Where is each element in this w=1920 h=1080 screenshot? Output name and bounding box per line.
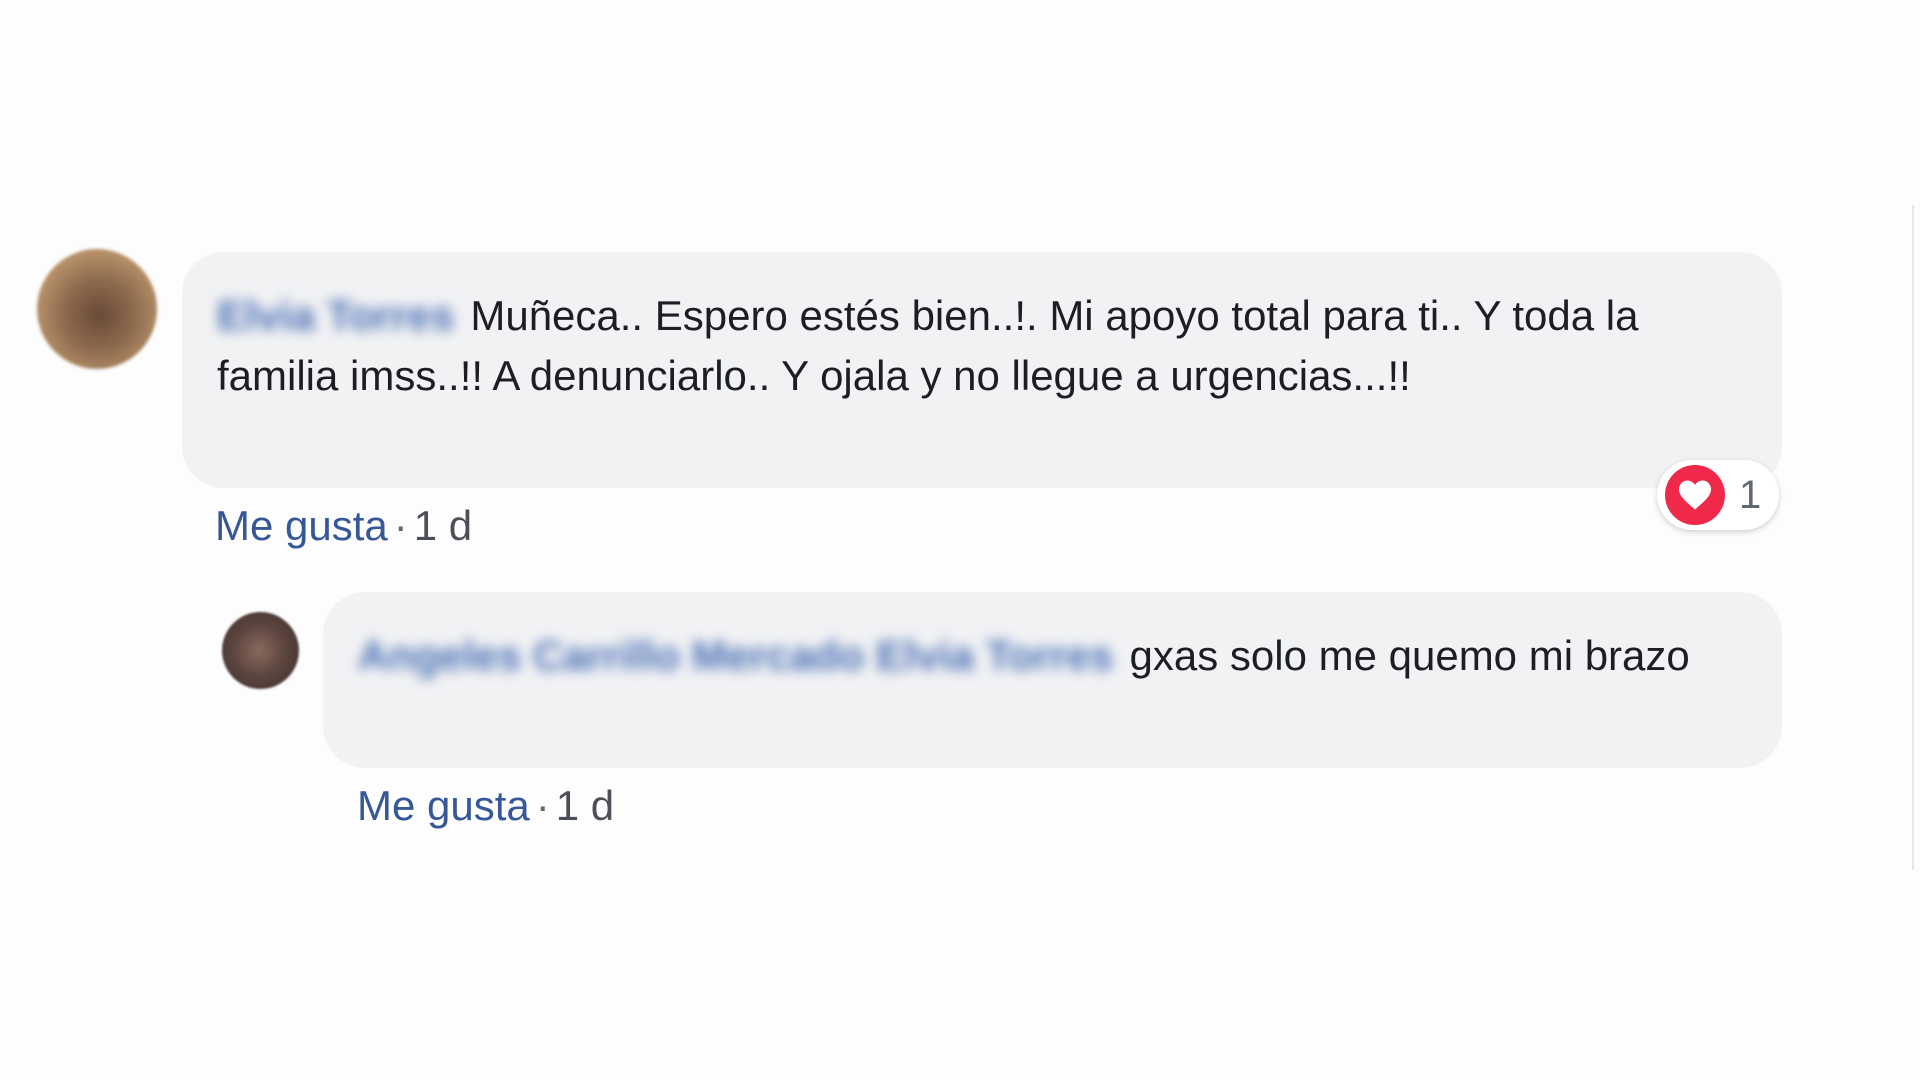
reply-bubble: Angeles Carrillo Mercado Elvia Torres gxa… xyxy=(323,592,1782,768)
reply-actions: Me gusta · 1 d xyxy=(357,782,614,830)
reaction-badge[interactable]: 1 xyxy=(1657,460,1780,530)
scrollbar-track xyxy=(1912,205,1914,870)
comment-actions: Me gusta · 1 d xyxy=(215,502,472,550)
comment-author[interactable]: Elvia Torres xyxy=(217,292,454,339)
like-button[interactable]: Me gusta xyxy=(357,782,530,829)
avatar[interactable] xyxy=(222,612,299,689)
separator: · xyxy=(535,782,550,829)
reply-author[interactable]: Angeles Carrillo Mercado Elvia Torres xyxy=(358,632,1114,679)
avatar[interactable] xyxy=(37,249,157,369)
reaction-count: 1 xyxy=(1739,472,1762,517)
heart-icon xyxy=(1665,465,1725,525)
reply-timestamp[interactable]: 1 d xyxy=(556,782,614,829)
comment-bubble: Elvia Torres Muñeca.. Espero estés bien..… xyxy=(182,252,1782,488)
comment-timestamp[interactable]: 1 d xyxy=(414,502,472,549)
comment-thread: Elvia Torres Muñeca.. Espero estés bien..… xyxy=(0,0,1920,1080)
like-button[interactable]: Me gusta xyxy=(215,502,388,549)
separator: · xyxy=(393,502,408,549)
reply-text: gxas solo me quemo mi brazo xyxy=(1129,632,1690,679)
